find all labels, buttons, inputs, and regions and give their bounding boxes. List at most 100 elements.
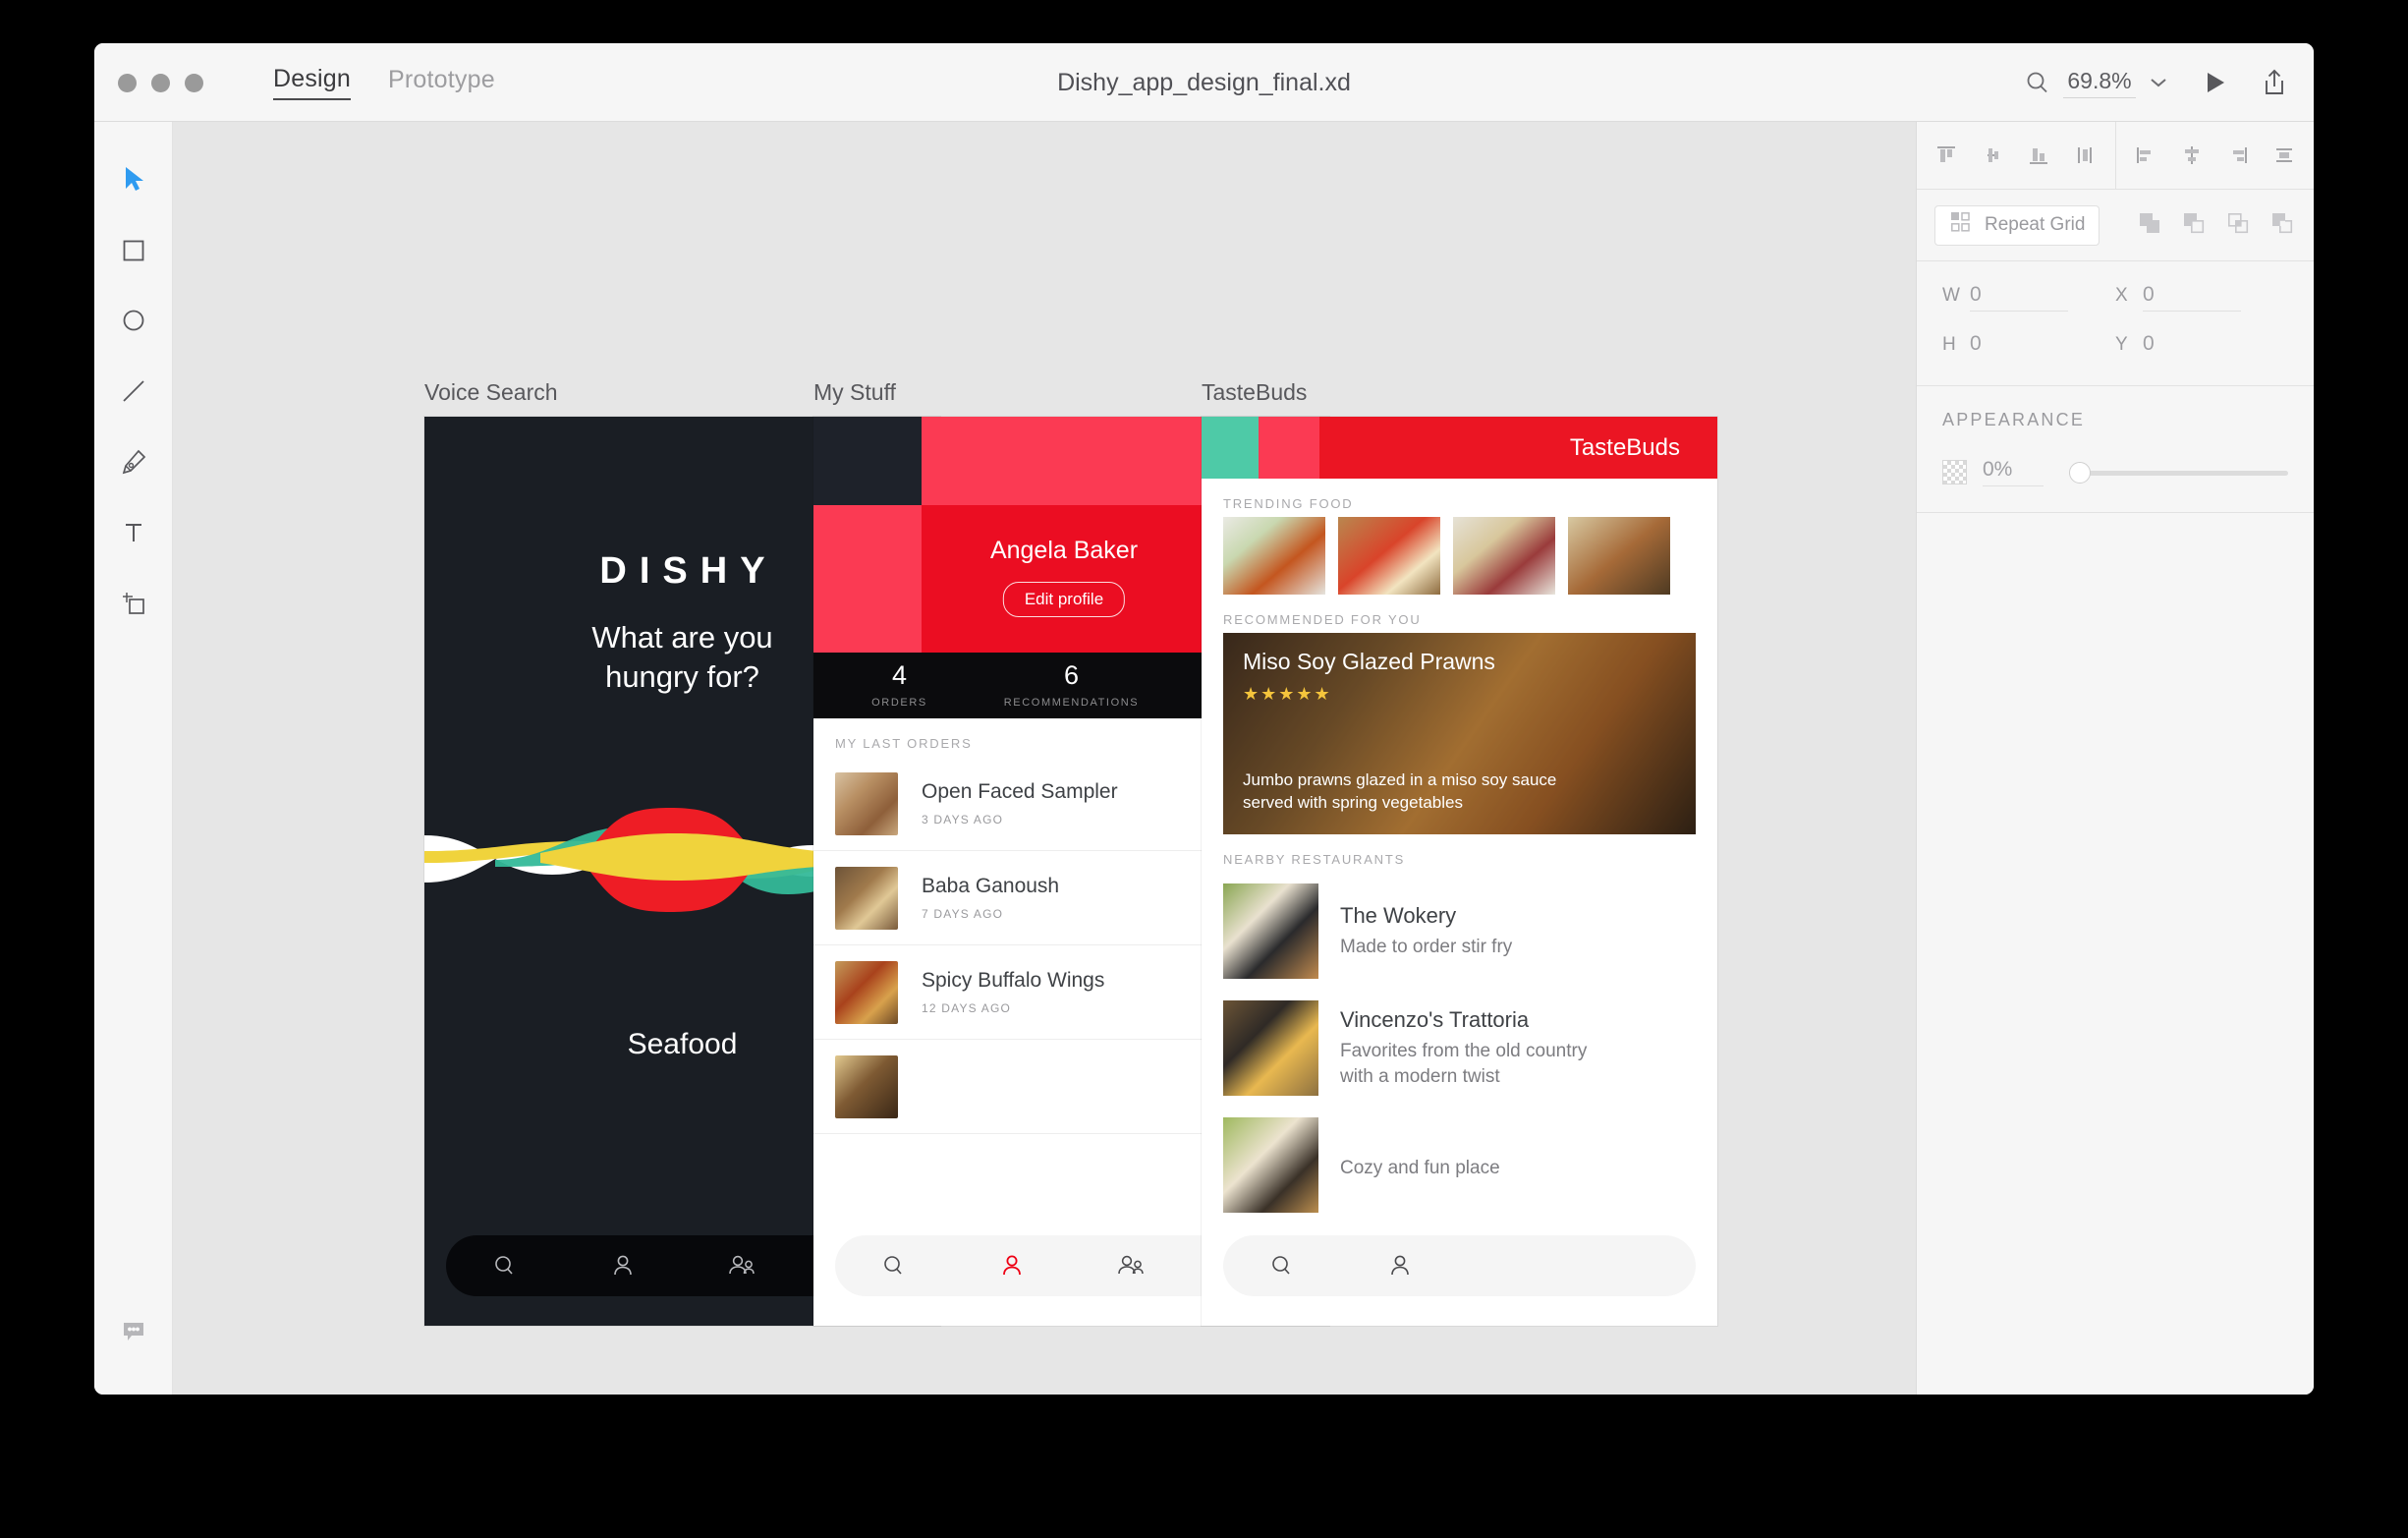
order-title: Spicy Buffalo Wings — [922, 969, 1105, 992]
y-label: Y — [2115, 334, 2128, 355]
distribute-vertical-icon[interactable] — [2175, 139, 2209, 172]
magnifier-icon[interactable] — [2025, 70, 2050, 95]
share-icon[interactable] — [2261, 68, 2288, 97]
opacity-value[interactable]: 0% — [1983, 458, 2044, 486]
artboard-canvas[interactable]: TasteBuds TRENDING FOOD RECOMMENDED FOR … — [1202, 417, 1717, 1326]
grid-cell-pink — [922, 417, 1206, 505]
tab-design[interactable]: Design — [273, 65, 352, 100]
recommended-title: RECOMMENDED FOR YOU — [1223, 612, 1422, 627]
grid-icon — [1949, 210, 1973, 240]
tab-prototype[interactable]: Prototype — [388, 66, 495, 99]
y-value[interactable]: 0 — [2143, 332, 2241, 360]
line-tool[interactable] — [94, 356, 173, 427]
restaurant-description: Favorites from the old country with a mo… — [1340, 1039, 1587, 1088]
width-field[interactable]: W 0 — [1942, 283, 2115, 312]
tab-profile[interactable] — [564, 1251, 682, 1281]
restaurant-description: Cozy and fun place — [1340, 1157, 1500, 1178]
trending-thumbnail[interactable] — [1338, 517, 1440, 595]
restaurant-row[interactable]: Vincenzo's Trattoria Favorites from the … — [1202, 990, 1717, 1107]
rating-stars: ★★★★★ — [1243, 684, 1332, 704]
artboard-tool[interactable] — [94, 568, 173, 639]
restaurant-name: The Wokery — [1340, 902, 1457, 928]
play-icon[interactable] — [2202, 70, 2227, 95]
artboard-label[interactable]: TasteBuds — [1202, 379, 1717, 406]
person-icon — [1391, 1255, 1410, 1276]
cursor-icon — [126, 167, 143, 191]
restaurant-row[interactable]: Cozy and fun place — [1202, 1107, 1717, 1224]
trending-thumbnail[interactable] — [1223, 517, 1325, 595]
header-block-pink — [1259, 417, 1319, 479]
tab-search[interactable] — [1223, 1251, 1341, 1281]
select-tool[interactable] — [94, 143, 173, 214]
ellipse-tool[interactable] — [94, 285, 173, 356]
distribute-horizontal-icon[interactable] — [2268, 139, 2301, 172]
opacity-slider[interactable] — [2069, 461, 2288, 484]
union-icon[interactable] — [2136, 209, 2163, 242]
zoom-control[interactable]: 69.8% — [2025, 68, 2168, 98]
pen-icon — [122, 449, 146, 475]
order-thumbnail — [835, 1054, 898, 1118]
stat-label: RECOMMENDATIONS — [1003, 697, 1140, 709]
search-icon — [1272, 1256, 1290, 1275]
people-icon — [728, 1255, 755, 1275]
people-icon — [1117, 1255, 1144, 1275]
zoom-value[interactable]: 69.8% — [2063, 68, 2136, 98]
tab-profile[interactable] — [1341, 1251, 1459, 1281]
slider-knob[interactable] — [2069, 461, 2091, 484]
y-field[interactable]: Y 0 — [2115, 332, 2288, 360]
artboard-icon — [123, 593, 144, 614]
order-info: Open Faced Sampler 3 DAYS AGO — [898, 780, 1217, 826]
stat-recommendations: 6 RECOMMENDATIONS — [985, 662, 1157, 710]
stat-orders: 4 ORDERS — [813, 662, 985, 710]
maximize-window-button[interactable] — [185, 74, 203, 92]
order-date: 3 DAYS AGO — [922, 813, 1004, 826]
align-bottom-icon[interactable] — [2022, 139, 2055, 172]
xd-application-window: Design Prototype Dishy_app_design_final.… — [94, 43, 2314, 1395]
trending-food-row[interactable] — [1202, 517, 1717, 595]
tools-sidebar — [94, 122, 173, 1395]
pen-tool[interactable] — [94, 427, 173, 497]
bottom-tab-bar[interactable] — [1223, 1235, 1696, 1296]
opacity-checker-icon — [1942, 460, 1967, 484]
window-controls[interactable] — [118, 74, 203, 92]
tab-friends[interactable] — [683, 1251, 801, 1281]
tab-profile[interactable] — [953, 1251, 1071, 1281]
trending-thumbnail[interactable] — [1568, 517, 1670, 595]
exclude-overlap-icon[interactable] — [2268, 209, 2296, 242]
tab-search[interactable] — [835, 1251, 953, 1281]
trending-thumbnail[interactable] — [1453, 517, 1555, 595]
artboard-tastebuds[interactable]: TasteBuds TasteBuds TRENDING FOOD RECOMM… — [1202, 379, 1717, 1326]
x-value[interactable]: 0 — [2143, 283, 2241, 312]
subtract-icon[interactable] — [2180, 209, 2208, 242]
order-info: Spicy Buffalo Wings 12 DAYS AGO — [898, 969, 1217, 1015]
comment-icon — [124, 1323, 143, 1340]
comment-tool[interactable] — [94, 1296, 173, 1367]
horizontal-align-group — [2116, 122, 2315, 189]
restaurant-row[interactable]: The Wokery Made to order stir fry — [1202, 873, 1717, 990]
edit-profile-button[interactable]: Edit profile — [1002, 582, 1126, 617]
close-window-button[interactable] — [118, 74, 137, 92]
x-field[interactable]: X 0 — [2115, 283, 2288, 312]
recommended-card[interactable]: Miso Soy Glazed Prawns ★★★★★ Jumbo prawn… — [1223, 633, 1696, 834]
align-top-icon[interactable] — [1930, 139, 1963, 172]
align-left-icon[interactable] — [2129, 139, 2162, 172]
repeat-grid-button[interactable]: Repeat Grid — [1934, 204, 2100, 246]
text-tool[interactable] — [94, 497, 173, 568]
restaurant-thumbnail — [1223, 883, 1318, 979]
tastebuds-header: TasteBuds — [1202, 417, 1717, 479]
align-right-icon[interactable] — [2221, 139, 2255, 172]
intersect-icon[interactable] — [2224, 209, 2252, 242]
tab-search[interactable] — [446, 1251, 564, 1281]
tab-friends[interactable] — [1072, 1251, 1190, 1281]
stat-label: ORDERS — [871, 697, 927, 709]
chevron-down-icon[interactable] — [2149, 76, 2168, 89]
opacity-control[interactable]: 0% — [1942, 458, 2288, 486]
height-field[interactable]: H 0 — [1942, 332, 2115, 360]
minimize-window-button[interactable] — [151, 74, 170, 92]
align-vertical-center-icon[interactable] — [1976, 139, 2009, 172]
height-value[interactable]: 0 — [1970, 332, 2068, 360]
align-horizontal-center-icon[interactable] — [2068, 139, 2101, 172]
width-value[interactable]: 0 — [1970, 283, 2068, 312]
grid-cell-dark — [813, 417, 922, 505]
rectangle-tool[interactable] — [94, 214, 173, 285]
